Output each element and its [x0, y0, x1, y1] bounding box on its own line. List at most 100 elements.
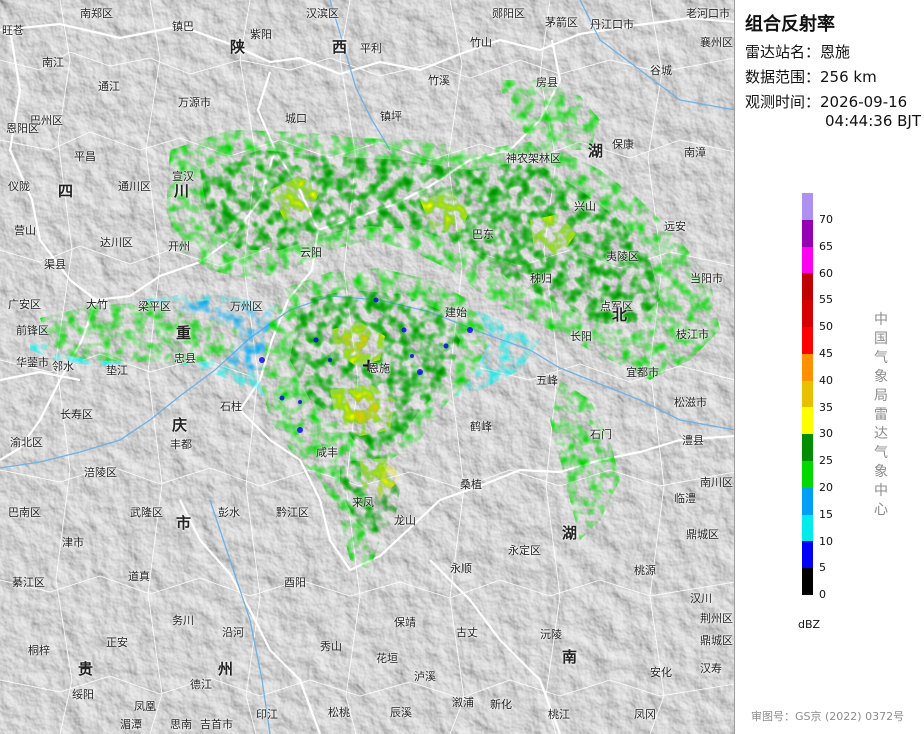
place-label: 桃源 — [634, 564, 656, 577]
place-label: 忠县 — [174, 352, 196, 365]
place-label: 郧阳区 — [492, 7, 525, 20]
place-label: 石柱 — [220, 400, 242, 413]
place-label: 正安 — [106, 636, 128, 649]
place-label: 襄州区 — [700, 36, 733, 49]
legend-swatch — [802, 541, 813, 569]
province-label: 庆 — [172, 416, 188, 434]
place-label: 巴东 — [472, 228, 494, 241]
place-label: 德江 — [190, 678, 212, 691]
vertical-char: 中 — [874, 312, 888, 328]
place-label: 石门 — [590, 428, 612, 441]
place-label: 古丈 — [456, 626, 478, 639]
place-label: 汉川 — [690, 592, 712, 605]
place-label: 鼎城区 — [686, 528, 719, 541]
radar-map[interactable]: + 南郑区 镇巴 汉滨区 郧阳区 丹江口市 老河口市 襄州区 旺苍 紫阳 竹山 茅箭区 南江 通江 平利竹… — [0, 0, 735, 734]
place-label: 思南 — [170, 718, 192, 731]
place-label: 永顺 — [450, 562, 472, 575]
legend-swatch — [802, 487, 813, 515]
place-label: 通川区 — [118, 180, 151, 193]
color-legend — [802, 193, 813, 595]
range-row: 数据范围：256 km — [745, 66, 877, 87]
place-label: 鼎城区 — [700, 634, 733, 647]
legend-tick-label: 70 — [819, 213, 833, 226]
place-label: 鹤峰 — [470, 420, 492, 433]
place-label: 松滋市 — [674, 396, 707, 409]
place-label: 辰溪 — [390, 706, 412, 719]
legend-tick-label: 0 — [819, 588, 826, 602]
place-label: 营山 — [14, 224, 36, 237]
legend-tick-label: 35 — [819, 400, 833, 414]
legend-swatch — [802, 514, 813, 542]
place-label: 广安区 — [8, 298, 41, 311]
station-row: 雷达站名：恩施 — [745, 41, 850, 62]
place-label: 平昌 — [74, 150, 96, 163]
place-label: 桑植 — [460, 478, 482, 491]
place-label: 秭归 — [530, 272, 552, 285]
place-label: 花垣 — [376, 652, 398, 665]
place-label: 吉首市 — [200, 718, 233, 731]
place-label: 南郑区 — [80, 7, 113, 20]
place-label: 桐梓 — [28, 644, 50, 657]
legend-swatch — [802, 246, 813, 274]
legend-tick-label: 20 — [819, 481, 833, 494]
place-label: 大竹 — [86, 298, 108, 311]
place-label: 旺苍 — [2, 24, 24, 37]
place-label: 荆州区 — [700, 612, 733, 625]
place-label: 远安 — [664, 220, 686, 233]
legend-tick-label: 50 — [819, 320, 833, 334]
province-label: 贵 — [78, 660, 94, 678]
place-label: 梁平区 — [138, 300, 171, 313]
place-label: 恩施 — [368, 362, 390, 375]
time-clock: 04:44:36 BJT — [825, 112, 922, 130]
place-label: 泸溪 — [414, 670, 436, 683]
place-label: 渝北区 — [10, 436, 43, 449]
place-label: 临澧 — [674, 492, 696, 505]
legend-swatch — [802, 219, 813, 247]
province-label: 西 — [332, 38, 348, 56]
place-label: 镇坪 — [380, 110, 402, 123]
place-label: 房县 — [536, 76, 558, 89]
vertical-char: 国 — [874, 331, 888, 347]
legend-tick-label: 10 — [819, 534, 833, 548]
place-label: 武隆区 — [130, 506, 163, 519]
legend-tick-label: 45 — [819, 347, 833, 360]
legend-swatch — [802, 326, 813, 354]
place-label: 凤凰 — [134, 700, 156, 713]
legend-tick-label: 55 — [819, 293, 833, 307]
place-label: 澧县 — [682, 434, 704, 447]
vertical-char: 中 — [874, 483, 888, 499]
place-label: 平利 — [360, 42, 382, 55]
place-label: 綦江区 — [12, 576, 45, 589]
range-value: 256 km — [820, 68, 877, 86]
place-label: 汉寿 — [700, 662, 722, 675]
place-label: 五峰 — [536, 374, 558, 387]
place-label: 垫江 — [106, 364, 128, 377]
place-label: 枝江市 — [676, 328, 709, 341]
place-label: 邻水 — [52, 360, 74, 373]
legend-tick-label: 40 — [819, 373, 833, 387]
place-label: 建始 — [445, 306, 467, 319]
place-label: 前锋区 — [16, 324, 49, 337]
place-label: 汉滨区 — [306, 7, 339, 20]
place-label: 开州 — [168, 240, 190, 253]
place-label: 兴山 — [574, 200, 596, 213]
place-label: 宜都市 — [626, 366, 659, 379]
place-label: 凤冈 — [634, 708, 656, 721]
legend-tick-label: 15 — [819, 507, 833, 521]
place-label: 印江 — [256, 708, 278, 721]
vertical-char: 象 — [874, 464, 888, 480]
place-label: 沅陵 — [540, 628, 562, 641]
place-label: 竹溪 — [428, 74, 450, 87]
vertical-char: 气 — [874, 350, 888, 366]
province-label: 南 — [562, 648, 578, 666]
place-label: 华蓥市 — [16, 356, 49, 369]
place-label: 酉阳 — [284, 576, 306, 589]
place-label: 长阳 — [570, 330, 592, 343]
place-label: 神农架林区 — [506, 152, 561, 165]
place-label: 谷城 — [650, 64, 672, 77]
place-label: 龙山 — [394, 514, 416, 527]
place-label: 丰都 — [170, 438, 192, 451]
vertical-char: 心 — [874, 502, 888, 518]
place-label: 恩阳区 — [6, 122, 39, 135]
legend-swatch — [802, 434, 813, 461]
